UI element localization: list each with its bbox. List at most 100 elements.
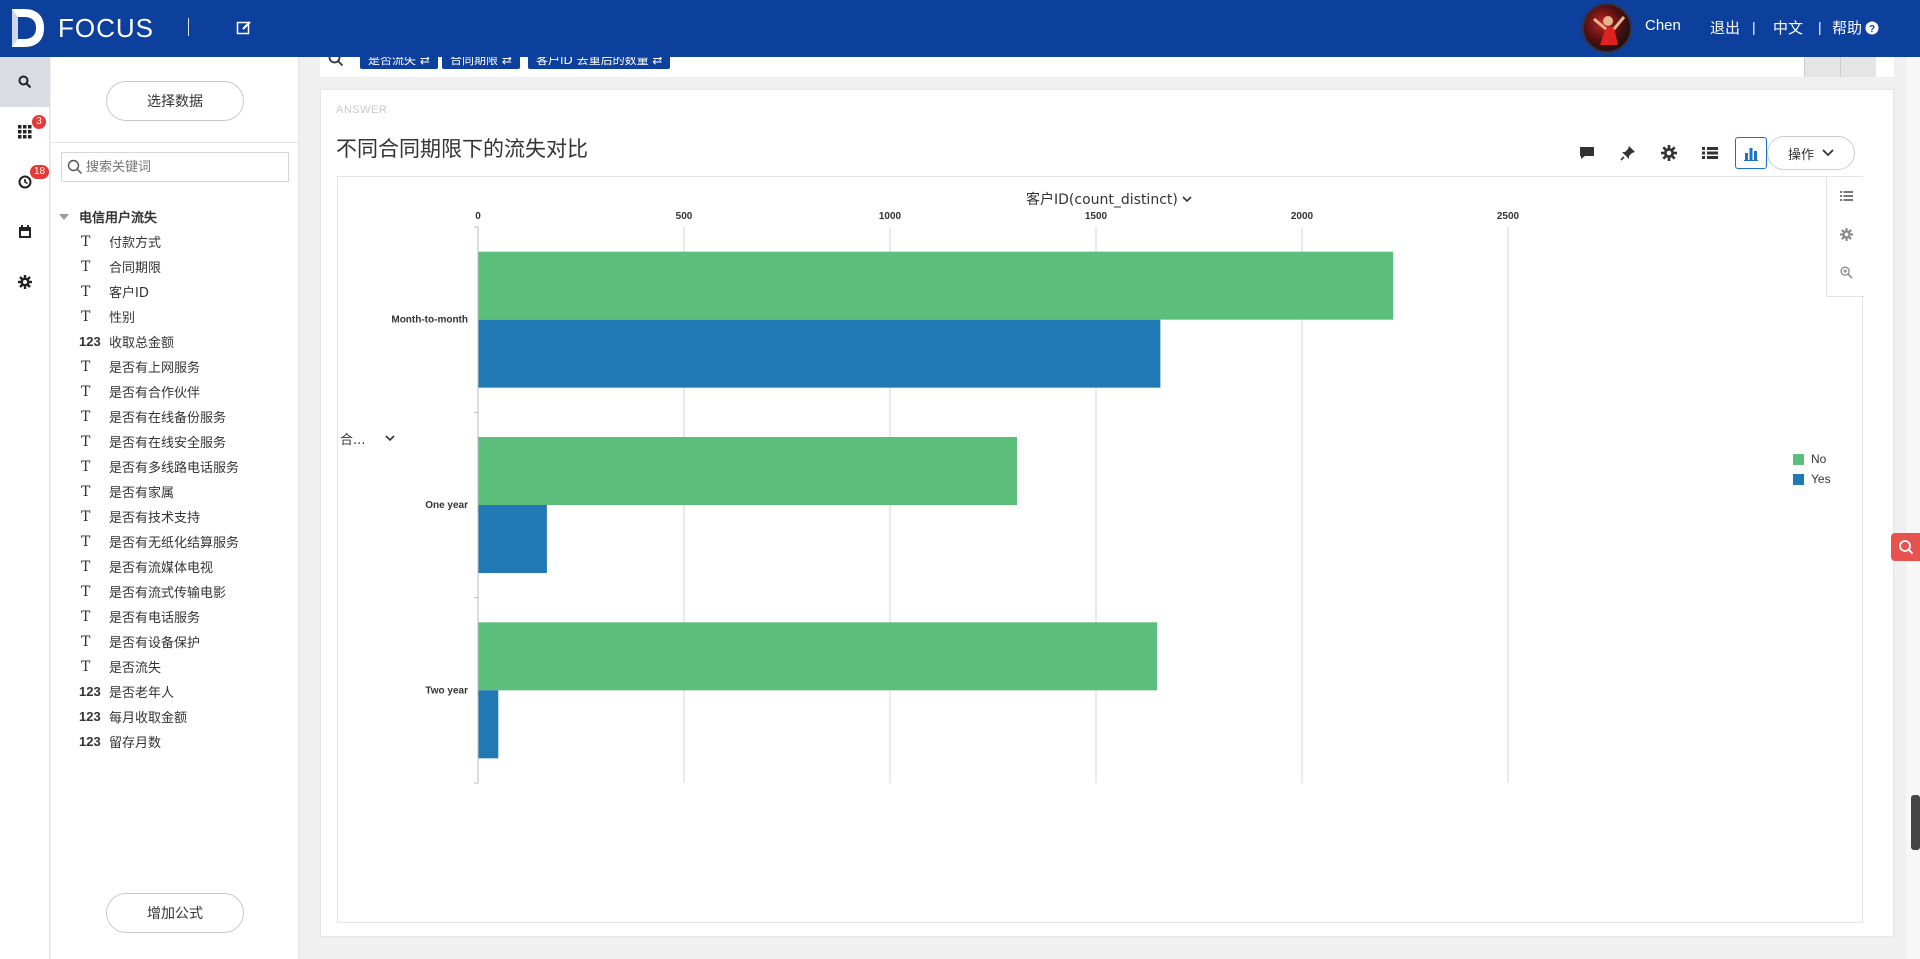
rail-calendar-button[interactable] [0,207,50,257]
chart-config-button[interactable] [1827,215,1865,253]
logout-link[interactable]: 退出 [1710,17,1740,38]
x-tick-label: 1000 [879,211,902,222]
field-label: 是否有家属 [109,486,175,501]
info-button[interactable] [1840,57,1876,77]
x-tick-label: 2000 [1291,211,1314,222]
field-item[interactable]: 123 是否老年人 [79,679,289,704]
rail-settings-button[interactable] [0,257,50,307]
operations-label: 操作 [1787,147,1814,163]
field-item[interactable]: T 是否有流媒体电视 [79,554,289,579]
text-type-icon: T [81,583,91,600]
divider [188,18,189,36]
select-data-button[interactable]: 选择数据 [106,81,244,121]
bar-yes-month-to-month [478,319,1161,388]
rail-search-button[interactable] [0,57,50,107]
legend-label: Yes [1811,472,1831,486]
search-chip[interactable]: 合同期限 ⇄ [442,57,520,69]
add-formula-button[interactable]: 增加公式 [106,893,244,933]
field-item[interactable]: 123 留存月数 [79,729,289,754]
field-list: T 付款方式 T 合同期限 T 客户ID T 性别 123 收取总金额 T 是否有上网服务 T 是否有合作… [79,229,289,754]
field-item[interactable]: T 是否有家属 [79,479,289,504]
chip-label: 客户ID 去重后的数量 [536,57,649,67]
data-panel: 选择数据 电信用户流失 T 付款方式 T 合同期限 T 客户ID T 性别 123 收取总金额 T 是… [51,57,299,959]
operations-button[interactable]: 操作 [1767,136,1855,170]
search-bar[interactable]: 是否流失 ⇄ 合同期限 ⇄ 客户ID 去重后的数量 ⇄ [320,57,1894,77]
text-type-icon: T [81,483,91,500]
field-item[interactable]: T 性别 [79,304,289,329]
field-item[interactable]: T 付款方式 [79,229,289,254]
calendar-icon [19,225,31,238]
field-item[interactable]: T 是否有流式传输电影 [79,579,289,604]
text-type-icon: T [81,383,91,400]
number-type-icon: 123 [79,334,101,349]
text-type-icon: T [81,533,91,550]
chart-settings-button[interactable] [1653,137,1685,169]
text-type-icon: T [81,358,91,375]
field-label: 是否有流式传输电影 [109,586,227,601]
help-link[interactable]: 帮助 ? [1832,17,1879,38]
rail-apps-button[interactable]: 3 [0,107,50,157]
search-chip[interactable]: 是否流失 ⇄ [360,57,438,69]
logo-icon [12,9,44,47]
user-name[interactable]: Chen [1645,17,1681,34]
field-item[interactable]: T 是否有多线路电话服务 [79,454,289,479]
field-label: 是否有合作伙伴 [109,386,201,401]
field-item[interactable]: T 客户ID [79,279,289,304]
field-item[interactable]: T 是否有技术支持 [79,504,289,529]
bar-yes-two-year [478,690,499,759]
refresh-button[interactable] [1804,57,1840,77]
chart-list-button[interactable] [1827,177,1865,215]
chart-view-button[interactable] [1735,137,1767,169]
field-item[interactable]: T 是否流失 [79,654,289,679]
floating-search-button[interactable] [1891,533,1920,561]
legend-swatch [1793,453,1804,465]
field-label: 客户ID [109,286,149,301]
focus-logo[interactable]: FOCUS [10,7,154,49]
field-label: 付款方式 [109,236,162,251]
left-rail: 3 18 [0,57,50,959]
field-item[interactable]: T 是否有在线安全服务 [79,429,289,454]
text-type-icon: T [81,608,91,625]
chart-side-tools [1826,177,1864,297]
field-item[interactable]: 123 每月收取金额 [79,704,289,729]
field-label: 是否有在线安全服务 [109,436,227,451]
field-item[interactable]: T 合同期限 [79,254,289,279]
text-type-icon: T [81,408,91,425]
search-icon [328,57,344,67]
field-label: 合同期限 [109,261,162,276]
legend-item-no[interactable]: No [1793,449,1831,469]
chip-label: 合同期限 [450,57,499,67]
legend-item-yes[interactable]: Yes [1793,469,1831,489]
field-item[interactable]: T 是否有电话服务 [79,604,289,629]
avatar[interactable] [1582,3,1632,53]
apps-icon [18,125,32,139]
category-label: Two year [425,685,468,696]
search-chip[interactable]: 客户ID 去重后的数量 ⇄ [528,57,671,69]
bar-chart: 0 500 1000 1500 2000 2500 Month-to-month One ye… [391,211,1520,784]
category-label: One year [425,500,468,511]
measure-selector[interactable]: 客户ID(count_distinct) [1026,189,1192,209]
field-item[interactable]: 123 收取总金额 [79,329,289,354]
scrollbar-thumb[interactable] [1911,795,1920,850]
chevron-down-icon [1182,195,1192,202]
edit-icon[interactable] [235,19,253,37]
table-view-button[interactable] [1694,137,1726,169]
field-item[interactable]: T 是否有在线备份服务 [79,404,289,429]
field-item[interactable]: T 是否有设备保护 [79,629,289,654]
field-label: 性别 [109,311,136,326]
field-item[interactable]: T 是否有上网服务 [79,354,289,379]
pin-button[interactable] [1612,137,1644,169]
dimension-selector[interactable]: 合... [340,429,395,448]
keyword-search-box[interactable] [61,152,289,182]
comment-button[interactable] [1571,137,1603,169]
language-link[interactable]: 中文 [1773,17,1803,38]
main-area: 是否流失 ⇄ 合同期限 ⇄ 客户ID 去重后的数量 ⇄ ANSWER 不同合同期… [300,57,1906,959]
field-label: 是否有技术支持 [109,511,201,526]
chart-zoom-button[interactable] [1827,253,1865,291]
dataset-node[interactable]: 电信用户流失 [59,207,157,226]
field-item[interactable]: T 是否有合作伙伴 [79,379,289,404]
rail-history-button[interactable]: 18 [0,157,50,207]
keyword-search-input[interactable] [86,153,286,181]
field-item[interactable]: T 是否有无纸化结算服务 [79,529,289,554]
answer-title: 不同合同期限下的流失对比 [336,137,588,161]
